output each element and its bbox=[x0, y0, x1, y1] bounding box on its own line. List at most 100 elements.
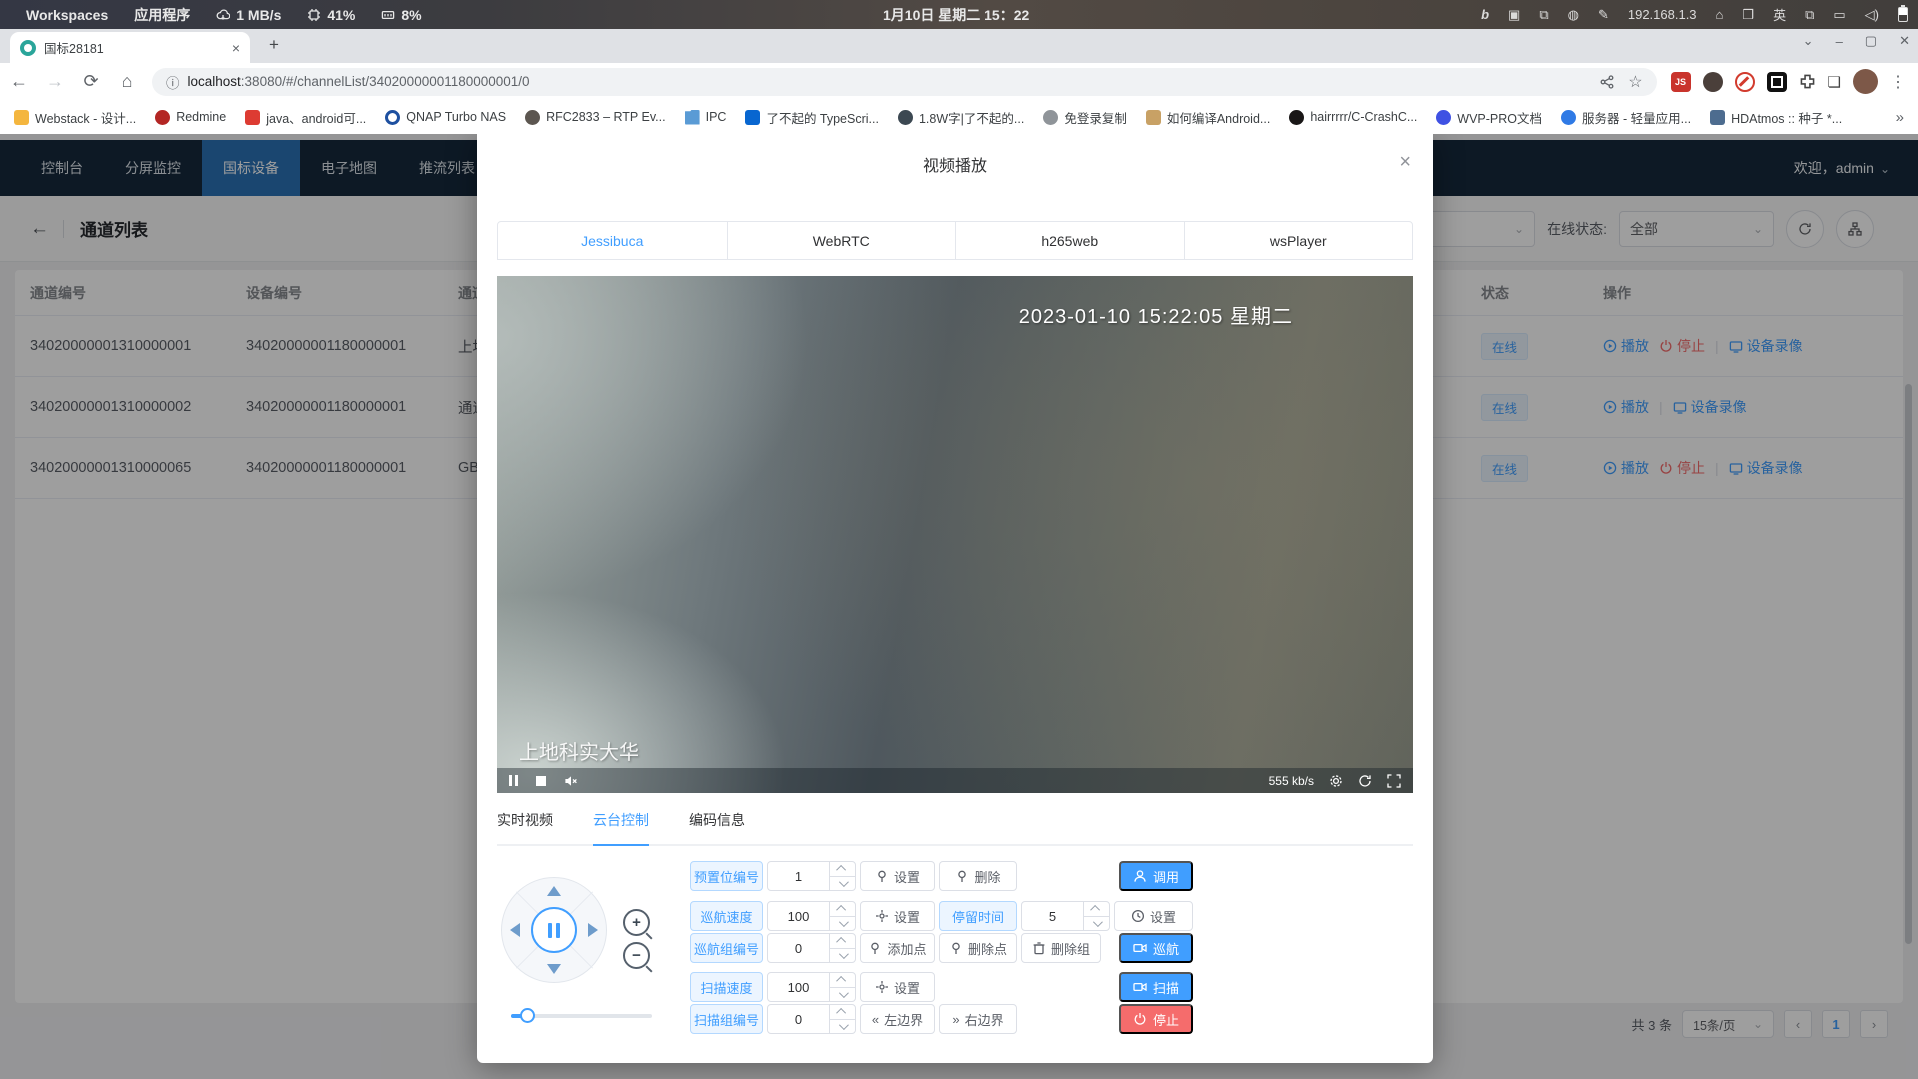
site-info-icon[interactable]: ⓘ bbox=[166, 72, 180, 92]
bookmark-item[interactable]: Redmine bbox=[155, 110, 226, 125]
bookmark-item[interactable]: 免登录复制 bbox=[1043, 108, 1127, 127]
ime-indicator[interactable]: 英 bbox=[1773, 5, 1786, 24]
preset-number-value[interactable]: 1 bbox=[768, 862, 830, 890]
bookmark-item[interactable]: WVP-PRO文档 bbox=[1436, 108, 1542, 127]
number-stepper[interactable] bbox=[830, 1005, 855, 1033]
tab-ptz-control[interactable]: 云台控制 bbox=[593, 810, 649, 846]
add-point-button[interactable]: 添加点 bbox=[860, 933, 935, 963]
side-panel-icon[interactable]: ❏ bbox=[1828, 73, 1841, 91]
ptz-right-icon[interactable] bbox=[588, 923, 598, 937]
stop-icon[interactable] bbox=[536, 776, 546, 786]
stepper-up-icon[interactable] bbox=[1084, 902, 1109, 917]
stepper-up-icon[interactable] bbox=[830, 1005, 855, 1020]
stay-time-value[interactable]: 5 bbox=[1022, 902, 1084, 930]
ptz-direction-pad[interactable] bbox=[501, 877, 607, 983]
number-stepper[interactable] bbox=[1084, 902, 1109, 930]
cruise-group-input[interactable]: 0 bbox=[767, 933, 856, 963]
share-icon[interactable] bbox=[1600, 75, 1614, 89]
js-extension-icon[interactable]: JS bbox=[1671, 72, 1691, 92]
bookmark-item[interactable]: RFC2833 – RTP Ev... bbox=[525, 110, 666, 125]
window-maximize-icon[interactable]: ▢ bbox=[1865, 33, 1877, 49]
number-stepper[interactable] bbox=[830, 862, 855, 890]
home-tray-icon[interactable]: ⌂ bbox=[1716, 7, 1724, 22]
windows-tray-icon[interactable]: ❒ bbox=[1742, 7, 1754, 23]
docker-tray-icon[interactable]: ◍ bbox=[1568, 7, 1579, 23]
cruise-group-value[interactable]: 0 bbox=[768, 934, 830, 962]
cruise-speed-value[interactable]: 100 bbox=[768, 902, 830, 930]
preset-set-button[interactable]: 设置 bbox=[860, 861, 935, 891]
browser-tab[interactable]: 国标28181 × bbox=[10, 32, 250, 63]
bookmark-item[interactable]: 了不起的 TypeScri... bbox=[745, 108, 879, 127]
stay-time-set-button[interactable]: 设置 bbox=[1114, 901, 1193, 931]
home-icon[interactable]: ⌂ bbox=[116, 71, 138, 92]
stepper-down-icon[interactable] bbox=[1084, 917, 1109, 931]
stepper-up-icon[interactable] bbox=[830, 973, 855, 988]
cruise-speed-input[interactable]: 100 bbox=[767, 901, 856, 931]
volume-tray-icon[interactable]: ◁) bbox=[1865, 7, 1879, 23]
bookmark-item[interactable]: Webstack - 设计... bbox=[14, 108, 136, 127]
volume-muted-icon[interactable] bbox=[564, 774, 578, 788]
preset-number-input[interactable]: 1 bbox=[767, 861, 856, 891]
tab-h265web[interactable]: h265web bbox=[955, 222, 1184, 259]
number-stepper[interactable] bbox=[830, 934, 855, 962]
browser-menu-icon[interactable]: ⋮ bbox=[1890, 72, 1906, 92]
stepper-down-icon[interactable] bbox=[830, 877, 855, 891]
pen-tray-icon[interactable]: ✎ bbox=[1598, 7, 1609, 23]
bing-tray-icon[interactable]: b bbox=[1481, 7, 1489, 22]
url-bar[interactable]: ⓘ localhost:38080/#/channelList/34020000… bbox=[152, 68, 1657, 96]
memory-indicator[interactable]: 8% bbox=[381, 7, 421, 23]
ptz-pause-button[interactable] bbox=[531, 907, 577, 953]
tab-codec-info[interactable]: 编码信息 bbox=[689, 810, 745, 846]
dialog-close-icon[interactable]: × bbox=[1399, 152, 1411, 172]
tab-close-icon[interactable]: × bbox=[232, 40, 240, 56]
video-canvas[interactable]: 2023-01-10 15:22:05 星期二 上地科实大华 555 kb/s bbox=[497, 276, 1413, 793]
cruise-speed-set-button[interactable]: 设置 bbox=[860, 901, 935, 931]
bookmark-item[interactable]: java、android可... bbox=[245, 108, 366, 127]
bookmark-item[interactable]: 如何编译Android... bbox=[1146, 108, 1271, 127]
clipboard-tray-icon[interactable]: ⧉ bbox=[1539, 7, 1548, 23]
slider-handle[interactable] bbox=[520, 1008, 535, 1023]
scan-group-input[interactable]: 0 bbox=[767, 1004, 856, 1034]
workspaces-button[interactable]: Workspaces bbox=[26, 7, 108, 23]
back-icon[interactable]: ← bbox=[8, 71, 30, 92]
tab-webrtc[interactable]: WebRTC bbox=[727, 222, 956, 259]
window-minimize-icon[interactable]: – bbox=[1836, 34, 1843, 49]
extensions-puzzle-icon[interactable] bbox=[1799, 73, 1816, 90]
scan-speed-value[interactable]: 100 bbox=[768, 973, 830, 1001]
left-boundary-button[interactable]: «左边界 bbox=[860, 1004, 935, 1034]
stay-time-input[interactable]: 5 bbox=[1021, 901, 1110, 931]
screen-share-icon[interactable]: ⧉ bbox=[1805, 7, 1814, 23]
stepper-down-icon[interactable] bbox=[830, 988, 855, 1002]
forward-icon[interactable]: → bbox=[44, 71, 66, 92]
zoom-out-button[interactable]: − bbox=[623, 942, 650, 969]
bookmark-item[interactable]: IPC bbox=[685, 110, 727, 125]
cruise-start-button[interactable]: 巡航 bbox=[1119, 933, 1193, 963]
pause-icon[interactable] bbox=[509, 775, 518, 786]
new-tab-button[interactable]: + bbox=[262, 34, 286, 58]
fullscreen-icon[interactable] bbox=[1387, 774, 1401, 788]
stepper-down-icon[interactable] bbox=[830, 1020, 855, 1034]
reload-icon[interactable]: ⟳ bbox=[80, 71, 102, 92]
bookmark-item[interactable]: QNAP Turbo NAS bbox=[385, 110, 506, 125]
battery-icon[interactable] bbox=[1898, 7, 1908, 22]
network-speed-indicator[interactable]: 1 MB/s bbox=[216, 7, 281, 23]
bookmarks-overflow-icon[interactable]: » bbox=[1896, 109, 1904, 126]
tab-wsplayer[interactable]: wsPlayer bbox=[1184, 222, 1413, 259]
bookmark-item[interactable]: hairrrrr/C-CrashC... bbox=[1289, 110, 1417, 125]
stepper-down-icon[interactable] bbox=[830, 917, 855, 931]
adblock-extension-icon[interactable] bbox=[1735, 72, 1755, 92]
screenshot-extension-icon[interactable] bbox=[1767, 72, 1787, 92]
preset-call-button[interactable]: 调用 bbox=[1119, 861, 1193, 891]
tab-live-video[interactable]: 实时视频 bbox=[497, 810, 553, 846]
ip-address[interactable]: 192.168.1.3 bbox=[1628, 7, 1697, 22]
preset-delete-button[interactable]: 删除 bbox=[939, 861, 1017, 891]
scan-speed-input[interactable]: 100 bbox=[767, 972, 856, 1002]
stepper-down-icon[interactable] bbox=[830, 949, 855, 963]
cpu-indicator[interactable]: 41% bbox=[307, 7, 355, 23]
stepper-up-icon[interactable] bbox=[830, 902, 855, 917]
right-boundary-button[interactable]: »右边界 bbox=[939, 1004, 1017, 1034]
clock[interactable]: 1月10日 星期二 15：22 bbox=[883, 0, 1029, 29]
scan-speed-set-button[interactable]: 设置 bbox=[860, 972, 935, 1002]
ptz-stop-button[interactable]: 停止 bbox=[1119, 1004, 1193, 1034]
scan-start-button[interactable]: 扫描 bbox=[1119, 972, 1193, 1002]
